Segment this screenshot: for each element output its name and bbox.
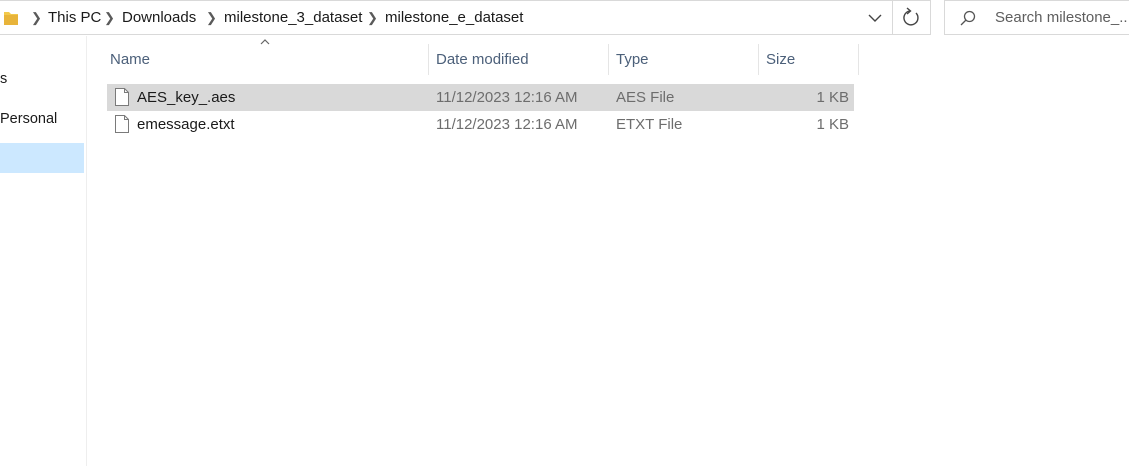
file-type: AES File xyxy=(616,89,675,106)
column-header-type[interactable]: Type xyxy=(612,44,759,75)
search-icon xyxy=(960,10,976,26)
nav-item-label: Personal xyxy=(0,111,58,127)
file-type: ETXT File xyxy=(616,116,683,133)
search-input[interactable]: Search milestone_... xyxy=(995,1,1129,34)
column-header-name[interactable]: Name xyxy=(106,44,429,75)
nav-item-selected[interactable] xyxy=(0,143,84,173)
column-header-size[interactable]: Size xyxy=(762,44,859,75)
column-header-label: Size xyxy=(766,51,796,68)
file-name[interactable]: AES_key_.aes xyxy=(137,84,235,111)
chevron-down-icon xyxy=(868,14,882,22)
file-date-modified: 11/12/2023 12:16 AM xyxy=(436,89,578,106)
column-header-label: Name xyxy=(110,51,151,68)
file-name[interactable]: emessage.etxt xyxy=(137,111,235,138)
file-row[interactable]: AES_key_.aes 11/12/2023 12:16 AM AES Fil… xyxy=(107,84,854,111)
folder-icon xyxy=(4,12,18,25)
chevron-right-icon[interactable]: ❯ xyxy=(104,1,115,35)
file-icon xyxy=(115,115,129,133)
nav-item-label: s xyxy=(0,71,8,87)
refresh-icon xyxy=(903,7,919,26)
column-header-label: Type xyxy=(616,51,649,68)
navigation-pane: s Personal xyxy=(0,36,86,466)
breadcrumb-milestone-e-dataset[interactable]: milestone_e_dataset xyxy=(385,1,523,35)
chevron-right-icon[interactable]: ❯ xyxy=(31,1,42,35)
file-size: 1 KB xyxy=(816,116,849,133)
file-icon xyxy=(115,88,129,106)
nav-item-personal[interactable]: Personal xyxy=(0,104,84,134)
breadcrumb-milestone-3-dataset[interactable]: milestone_3_dataset xyxy=(224,1,362,35)
chevron-right-icon[interactable]: ❯ xyxy=(206,1,217,35)
breadcrumb-downloads[interactable]: Downloads xyxy=(122,1,196,35)
file-size: 1 KB xyxy=(816,89,849,106)
refresh-button[interactable] xyxy=(893,0,931,35)
pane-divider[interactable] xyxy=(86,36,87,466)
column-header-label: Date modified xyxy=(436,51,529,68)
column-header-date-modified[interactable]: Date modified xyxy=(432,44,609,75)
nav-item-1[interactable]: s xyxy=(0,64,84,94)
address-history-button[interactable] xyxy=(858,1,892,35)
breadcrumb-this-pc[interactable]: This PC xyxy=(48,1,101,35)
file-row[interactable]: emessage.etxt 11/12/2023 12:16 AM ETXT F… xyxy=(107,111,854,138)
search-box[interactable]: Search milestone_... xyxy=(944,0,1129,35)
file-date-modified: 11/12/2023 12:16 AM xyxy=(436,116,578,133)
address-bar[interactable]: ❯ This PC ❯ Downloads ❯ milestone_3_data… xyxy=(0,0,893,35)
chevron-right-icon[interactable]: ❯ xyxy=(367,1,378,35)
